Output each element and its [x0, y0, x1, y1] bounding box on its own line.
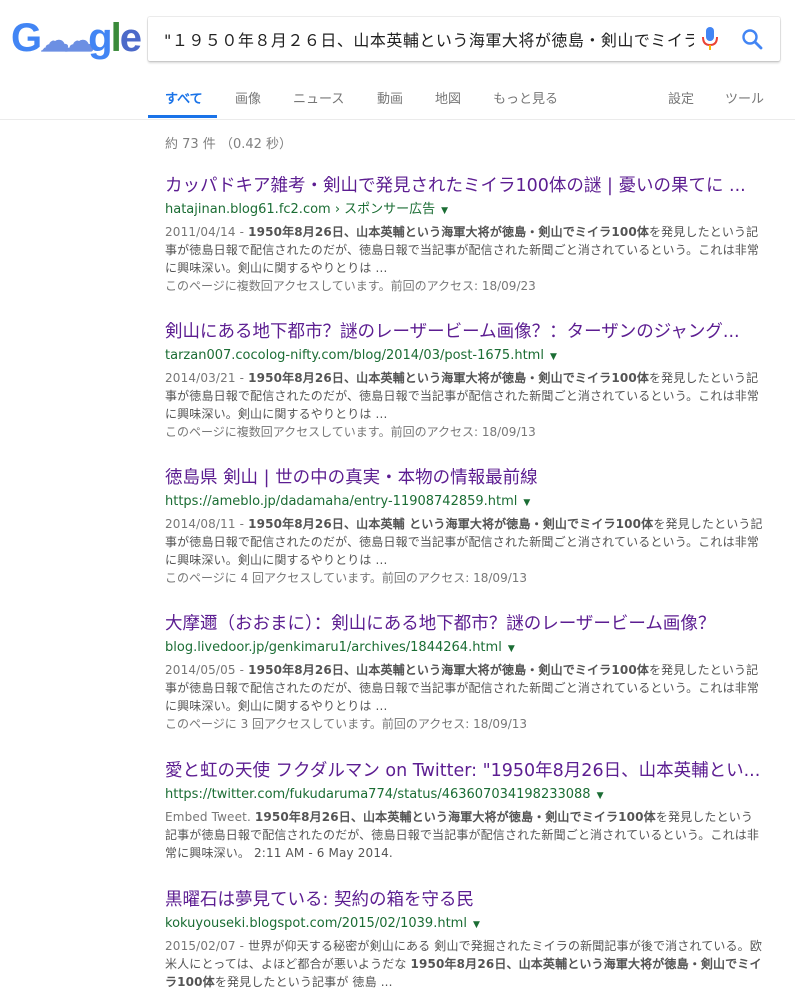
visit-info: このページに 4 回アクセスしています。前回のアクセス: 18/09/13: [165, 571, 528, 585]
result-url: https://ameblo.jp/dadamaha/entry-1190874…: [165, 494, 531, 509]
visit-info: このページに 3 回アクセスしています。前回のアクセス: 18/09/13: [165, 717, 528, 731]
cloud-icon: ☁☁: [40, 25, 94, 58]
result-title-link[interactable]: 大摩邇（おおまに）：剣山にある地下都市？謎のレーザービーム画像？: [165, 613, 765, 635]
search-result: 黒曜石は夢見ている: 契約の箱を守る民 kokuyouseki.blogspot…: [165, 889, 765, 991]
search-result: 徳島県 剣山 | 世の中の真実・本物の情報最前線 https://ameblo.…: [165, 467, 765, 587]
search-result: 剣山にある地下都市？謎のレーザービーム画像？：ターザンのジャング... tarz…: [165, 321, 765, 441]
result-url: https://twitter.com/fukudaruma774/status…: [165, 787, 604, 802]
visit-info: このページに複数回アクセスしています。前回のアクセス: 18/09/13: [165, 425, 536, 439]
result-snippet: 2014/03/21 - 1950年8月26日、山本英輔という海軍大将が徳島・剣…: [165, 371, 760, 421]
result-url: blog.livedoor.jp/genkimaru1/archives/184…: [165, 640, 515, 655]
visit-info: このページに複数回アクセスしています。前回のアクセス: 18/09/23: [165, 279, 536, 293]
result-url: tarzan007.cocolog-nifty.com/blog/2014/03…: [165, 348, 557, 363]
result-snippet: 2015/02/07 - 世界が仰天する秘密が剣山にある 剣山で発掘されたミイラ…: [165, 939, 762, 989]
dropdown-arrow-icon[interactable]: ▼: [550, 352, 557, 362]
search-result: カッパドキア雑考・剣山で発見されたミイラ100体の謎 | 憂いの果てに ... …: [165, 175, 765, 295]
result-title-link[interactable]: 愛と虹の天使 フクダルマン on Twitter: "1950年8月26日、山本…: [165, 760, 765, 782]
search-input[interactable]: [162, 23, 696, 55]
tab-videos[interactable]: 動画: [377, 88, 403, 107]
result-snippet: 2014/05/05 - 1950年8月26日、山本英輔という海軍大将が徳島・剣…: [165, 663, 760, 713]
dropdown-arrow-icon[interactable]: ▼: [508, 644, 515, 654]
search-tabs: すべて 画像 ニュース 動画 地図 もっと見る 設定 ツール: [0, 80, 795, 120]
tab-news[interactable]: ニュース: [293, 88, 344, 107]
tab-settings[interactable]: 設定: [668, 88, 694, 107]
tab-tools[interactable]: ツール: [725, 88, 764, 107]
google-logo[interactable]: G☁☁gle: [11, 16, 142, 60]
result-snippet: Embed Tweet. 1950年8月26日、山本英輔という海軍大将が徳島・剣…: [165, 810, 760, 860]
search-result: 大摩邇（おおまに）：剣山にある地下都市？謎のレーザービーム画像？ blog.li…: [165, 613, 765, 733]
dropdown-arrow-icon[interactable]: ▼: [597, 791, 604, 801]
dropdown-arrow-icon[interactable]: ▼: [473, 920, 480, 930]
tab-all[interactable]: すべて: [165, 88, 203, 107]
header: G☁☁gle すべて 画像 ニュース 動画 地図 もっと見る 設定 ツール: [0, 0, 795, 120]
result-title-link[interactable]: 徳島県 剣山 | 世の中の真実・本物の情報最前線: [165, 467, 765, 489]
tab-more[interactable]: もっと見る: [493, 88, 558, 107]
result-stats: 約 73 件 （0.42 秒）: [165, 137, 293, 152]
result-url: kokuyouseki.blogspot.com/2015/02/1039.ht…: [165, 916, 480, 931]
result-title-link[interactable]: 黒曜石は夢見ている: 契約の箱を守る民: [165, 889, 765, 911]
search-result: 愛と虹の天使 フクダルマン on Twitter: "1950年8月26日、山本…: [165, 760, 765, 862]
result-title-link[interactable]: カッパドキア雑考・剣山で発見されたミイラ100体の謎 | 憂いの果てに ...: [165, 175, 765, 197]
result-title-link[interactable]: 剣山にある地下都市？謎のレーザービーム画像？：ターザンのジャング...: [165, 321, 765, 343]
tab-maps[interactable]: 地図: [435, 88, 461, 107]
dropdown-arrow-icon[interactable]: ▼: [441, 206, 448, 216]
tab-images[interactable]: 画像: [235, 88, 261, 107]
search-box: [148, 17, 780, 61]
result-snippet: 2011/04/14 - 1950年8月26日、山本英輔という海軍大将が徳島・剣…: [165, 225, 760, 275]
result-url: hatajinan.blog61.fc2.com › スポンサー広告 ▼: [165, 202, 449, 217]
microphone-icon[interactable]: [700, 25, 720, 53]
dropdown-arrow-icon[interactable]: ▼: [523, 498, 530, 508]
result-snippet: 2014/08/11 - 1950年8月26日、山本英輔 という海軍大将が徳島・…: [165, 517, 763, 567]
active-tab-indicator: [148, 115, 217, 118]
search-icon[interactable]: [740, 27, 764, 51]
